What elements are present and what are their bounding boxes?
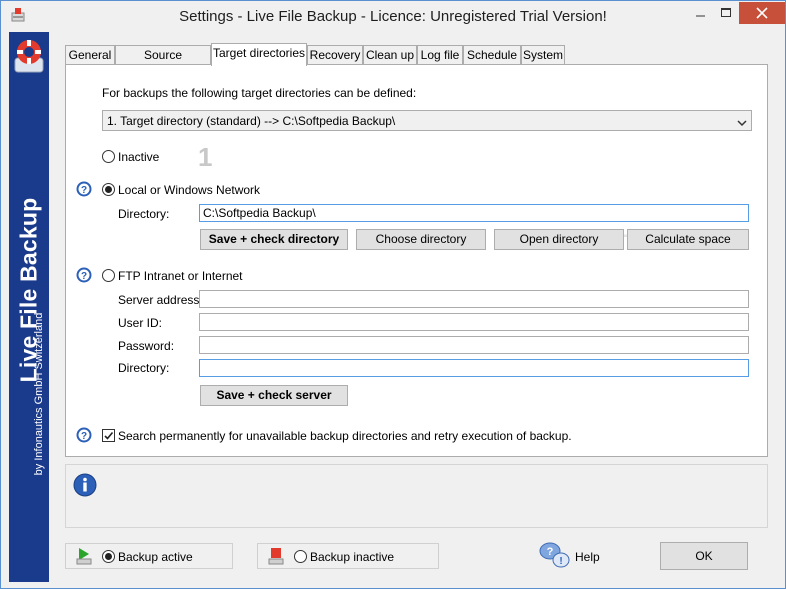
intro-text: For backups the following target directo… bbox=[102, 86, 417, 100]
retry-label: Search permanently for unavailable backu… bbox=[118, 429, 572, 443]
user-id-label: User ID: bbox=[118, 316, 163, 330]
tab-schedule[interactable]: Schedule bbox=[463, 45, 521, 65]
backup-inactive-radio[interactable] bbox=[294, 550, 307, 563]
target-directory-select[interactable]: 1. Target directory (standard) --> C:\So… bbox=[102, 110, 752, 131]
sidebar-banner: Live File Backup by Infonautics GmbH Swi… bbox=[9, 32, 49, 582]
sidebar-subtitle: by Infonautics GmbH Switzerland bbox=[33, 312, 45, 476]
window-title: Settings - Live File Backup - Licence: U… bbox=[179, 8, 607, 25]
play-icon bbox=[76, 548, 92, 565]
password-label: Password: bbox=[118, 339, 175, 353]
target-directory-selected: 1. Target directory (standard) --> C:\So… bbox=[107, 114, 396, 128]
svg-text:?: ? bbox=[81, 431, 87, 442]
tab-general[interactable]: General bbox=[65, 45, 115, 65]
backup-inactive-group: Backup inactive bbox=[257, 543, 439, 569]
svg-text:?: ? bbox=[81, 271, 87, 282]
info-icon bbox=[73, 473, 97, 497]
help-icon[interactable]: ? bbox=[76, 427, 92, 443]
svg-text:?: ? bbox=[547, 546, 554, 558]
settings-window: Settings - Live File Backup - Licence: U… bbox=[0, 0, 786, 589]
tab-recovery[interactable]: Recovery bbox=[307, 45, 363, 65]
help-button[interactable]: ? ! Help bbox=[539, 541, 601, 571]
retry-checkbox[interactable] bbox=[102, 429, 115, 442]
ftp-radio[interactable] bbox=[102, 269, 115, 282]
tab-target-directories[interactable]: Target directories bbox=[211, 43, 307, 66]
lifebuoy-icon bbox=[12, 36, 46, 79]
calculate-space-button[interactable]: Calculate space bbox=[627, 229, 749, 250]
inactive-label: Inactive bbox=[118, 150, 160, 164]
choose-directory-button[interactable]: Choose directory bbox=[356, 229, 486, 250]
local-network-label: Local or Windows Network bbox=[118, 183, 261, 197]
ftp-directory-label: Directory: bbox=[118, 361, 170, 375]
save-check-server-button[interactable]: Save + check server bbox=[200, 385, 348, 406]
user-id-input[interactable] bbox=[199, 313, 749, 331]
password-input[interactable] bbox=[199, 336, 749, 354]
backup-inactive-label: Backup inactive bbox=[310, 550, 395, 564]
directory-label: Directory: bbox=[118, 207, 170, 221]
server-address-input[interactable] bbox=[199, 290, 749, 308]
ftp-directory-input[interactable] bbox=[199, 359, 749, 377]
tab-clean-up[interactable]: Clean up bbox=[363, 45, 417, 65]
close-button[interactable] bbox=[739, 2, 785, 24]
ok-button[interactable]: OK bbox=[660, 542, 748, 570]
inactive-radio[interactable] bbox=[102, 150, 115, 163]
local-network-radio[interactable] bbox=[102, 183, 115, 196]
server-address-label: Server address: bbox=[118, 293, 203, 307]
svg-text:?: ? bbox=[81, 185, 87, 196]
help-icon[interactable]: ? bbox=[76, 267, 92, 283]
tab-system[interactable]: System bbox=[521, 45, 565, 65]
tab-log-file[interactable]: Log file bbox=[417, 45, 463, 65]
save-check-directory-button[interactable]: Save + check directory bbox=[200, 229, 348, 250]
help-speech-icon: ? ! bbox=[539, 542, 570, 568]
help-label: Help bbox=[575, 550, 600, 564]
svg-text:!: ! bbox=[559, 556, 562, 567]
backup-active-label: Backup active bbox=[118, 550, 193, 564]
title-bar[interactable]: Settings - Live File Backup - Licence: U… bbox=[1, 1, 785, 32]
checkmark-icon bbox=[104, 431, 114, 440]
ftp-label: FTP Intranet or Internet bbox=[118, 269, 243, 283]
stop-icon bbox=[268, 548, 284, 565]
help-icon[interactable]: ? bbox=[76, 181, 92, 197]
minimize-button[interactable] bbox=[687, 2, 713, 24]
backup-active-group: Backup active bbox=[65, 543, 233, 569]
tab-source-directories[interactable]: Source directories bbox=[115, 45, 211, 80]
chevron-down-icon bbox=[737, 116, 747, 130]
target-number: 1 bbox=[198, 142, 213, 172]
target-directories-panel: SOFTPEDIA For backups the following targ… bbox=[65, 64, 768, 457]
open-directory-button[interactable]: Open directory bbox=[494, 229, 624, 250]
directory-input[interactable] bbox=[199, 204, 749, 222]
info-panel bbox=[65, 464, 768, 528]
backup-active-radio[interactable] bbox=[102, 550, 115, 563]
maximize-button[interactable] bbox=[713, 2, 739, 24]
